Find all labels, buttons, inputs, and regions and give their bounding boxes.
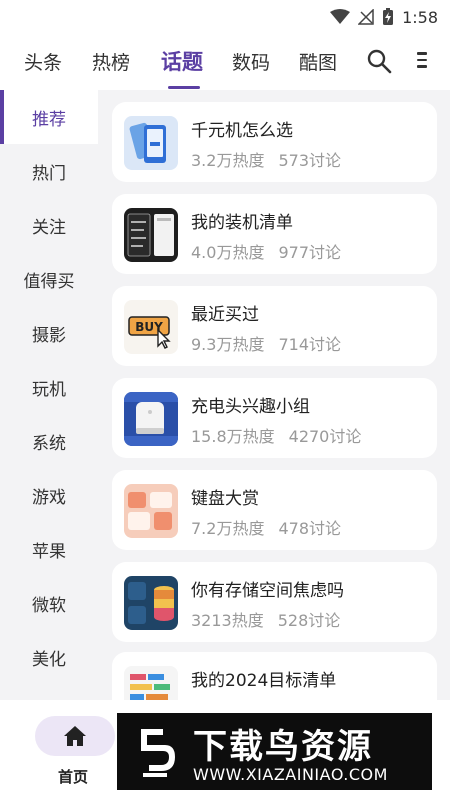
sidebar-item-gadgets[interactable]: 玩机 bbox=[0, 360, 98, 414]
home-nav-label: 首页 bbox=[58, 768, 89, 786]
topic-heat: 9.3万热度 bbox=[191, 335, 265, 354]
topic-card[interactable]: BUY 最近买过 9.3万热度 714讨论 bbox=[112, 286, 437, 366]
topic-comments: 714讨论 bbox=[278, 335, 341, 354]
menu-icon[interactable] bbox=[414, 52, 430, 70]
topic-card[interactable]: 键盘大赏 7.2万热度 478讨论 bbox=[112, 470, 437, 550]
topic-comments: 573讨论 bbox=[278, 151, 341, 170]
sidebar-item-label: 游戏 bbox=[32, 487, 66, 508]
topic-stats: 7.2万热度 478讨论 bbox=[191, 515, 341, 539]
topic-comments: 977讨论 bbox=[278, 243, 341, 262]
topic-list: 千元机怎么选 3.2万热度 573讨论 我的装机清单 4.0万热度 977讨论 … bbox=[98, 90, 450, 700]
sidebar-item-photography[interactable]: 摄影 bbox=[0, 306, 98, 360]
sidebar-item-label: 关注 bbox=[32, 217, 66, 238]
no-signal-icon bbox=[358, 9, 374, 25]
sidebar-item-label: 苹果 bbox=[32, 541, 66, 562]
tab-digital[interactable]: 数码 bbox=[232, 48, 270, 75]
keyboard-icon bbox=[124, 484, 178, 538]
topic-comments: 478讨论 bbox=[278, 519, 341, 538]
topic-title: 你有存储空间焦虑吗 bbox=[191, 581, 344, 601]
wifi-icon bbox=[330, 9, 351, 24]
tab-cool-pics[interactable]: 酷图 bbox=[299, 48, 337, 75]
topic-title: 键盘大赏 bbox=[191, 489, 259, 509]
topic-title: 我的2024目标清单 bbox=[191, 671, 337, 691]
bird-logo-icon bbox=[141, 729, 175, 777]
topic-heat: 3.2万热度 bbox=[191, 151, 265, 170]
storage-icon bbox=[124, 576, 178, 630]
topic-comments: 528讨论 bbox=[277, 611, 341, 630]
sidebar-item-games[interactable]: 游戏 bbox=[0, 468, 98, 522]
watermark-title: 下载鸟资源 bbox=[193, 727, 373, 767]
topic-heat: 15.8万热度 bbox=[191, 427, 275, 446]
topic-heat: 7.2万热度 bbox=[191, 519, 265, 538]
topic-title: 充电头兴趣小组 bbox=[191, 397, 310, 417]
search-icon[interactable] bbox=[366, 48, 392, 74]
sidebar-item-label: 美化 bbox=[32, 649, 66, 670]
sidebar-item-system[interactable]: 系统 bbox=[0, 414, 98, 468]
sidebar-item-worth-buying[interactable]: 值得买 bbox=[0, 252, 98, 306]
topic-card[interactable]: 千元机怎么选 3.2万热度 573讨论 bbox=[112, 102, 437, 182]
topic-card[interactable]: 你有存储空间焦虑吗 3213热度 528讨论 bbox=[112, 562, 437, 642]
topic-comments: 4270讨论 bbox=[288, 427, 362, 446]
sidebar-item-apple[interactable]: 苹果 bbox=[0, 522, 98, 576]
goals-icon bbox=[124, 666, 178, 700]
topic-heat: 4.0万热度 bbox=[191, 243, 265, 262]
topic-card[interactable]: 我的装机清单 4.0万热度 977讨论 bbox=[112, 194, 437, 274]
tab-topics[interactable]: 话题 bbox=[161, 46, 203, 76]
topic-stats: 3.2万热度 573讨论 bbox=[191, 147, 341, 171]
topic-card[interactable]: 我的2024目标清单 bbox=[112, 652, 437, 700]
topic-title: 千元机怎么选 bbox=[191, 121, 293, 141]
sidebar-item-label: 系统 bbox=[32, 433, 66, 454]
topics-content: 推荐 热门 关注 值得买 摄影 玩机 系统 游戏 苹果 微软 美化 千元机怎么选 bbox=[0, 90, 450, 700]
topic-title: 我的装机清单 bbox=[191, 213, 293, 233]
phone-icon bbox=[124, 116, 178, 170]
sidebar-item-label: 玩机 bbox=[32, 379, 66, 400]
tab-hot-list[interactable]: 热榜 bbox=[92, 48, 130, 75]
home-nav-button[interactable] bbox=[35, 716, 115, 756]
sidebar-item-label: 热门 bbox=[32, 163, 66, 184]
sidebar-item-popular[interactable]: 热门 bbox=[0, 144, 98, 198]
category-sidebar: 推荐 热门 关注 值得买 摄影 玩机 系统 游戏 苹果 微软 美化 bbox=[0, 90, 98, 700]
sidebar-item-following[interactable]: 关注 bbox=[0, 198, 98, 252]
sidebar-item-recommended[interactable]: 推荐 bbox=[0, 90, 98, 144]
topic-stats: 15.8万热度 4270讨论 bbox=[191, 423, 361, 447]
sidebar-item-microsoft[interactable]: 微软 bbox=[0, 576, 98, 630]
sidebar-item-label: 推荐 bbox=[32, 109, 66, 130]
sidebar-item-beautify[interactable]: 美化 bbox=[0, 630, 98, 684]
home-icon bbox=[64, 726, 86, 746]
charger-icon bbox=[124, 392, 178, 446]
watermark-banner: 下载鸟资源 WWW.XIAZAINIAO.COM bbox=[117, 713, 432, 790]
sidebar-item-label: 摄影 bbox=[32, 325, 66, 346]
status-time: 1:58 bbox=[402, 7, 438, 27]
topic-title: 最近买过 bbox=[191, 305, 259, 325]
pc-build-icon bbox=[124, 208, 178, 262]
tab-headlines[interactable]: 头条 bbox=[24, 48, 62, 75]
sidebar-item-label: 微软 bbox=[32, 595, 66, 616]
topic-heat: 3213热度 bbox=[191, 611, 264, 630]
topic-stats: 3213热度 528讨论 bbox=[191, 607, 340, 631]
watermark-url: WWW.XIAZAINIAO.COM bbox=[193, 765, 388, 784]
buy-icon: BUY bbox=[124, 300, 178, 354]
topic-stats: 4.0万热度 977讨论 bbox=[191, 239, 341, 263]
top-tab-bar: 头条 热榜 话题 数码 酷图 bbox=[0, 38, 450, 89]
active-tab-indicator bbox=[168, 86, 200, 89]
battery-charging-icon bbox=[383, 8, 394, 25]
status-bar: 1:58 bbox=[0, 0, 450, 34]
topic-card[interactable]: 充电头兴趣小组 15.8万热度 4270讨论 bbox=[112, 378, 437, 458]
topic-stats: 9.3万热度 714讨论 bbox=[191, 331, 341, 355]
sidebar-item-label: 值得买 bbox=[23, 271, 75, 292]
